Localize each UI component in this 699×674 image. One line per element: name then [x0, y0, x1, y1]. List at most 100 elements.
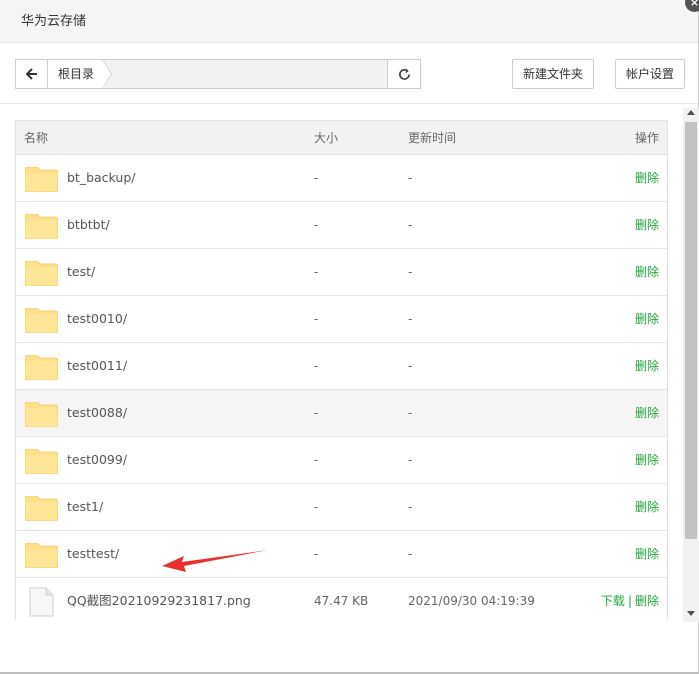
file-name[interactable]: bt_backup/: [67, 155, 135, 201]
folder-icon: [25, 402, 58, 427]
new-folder-button[interactable]: 新建文件夹: [512, 59, 594, 89]
folder-icon: [25, 355, 58, 380]
file-actions: 删除: [635, 343, 659, 389]
file-name[interactable]: test0099/: [67, 437, 127, 483]
table-row[interactable]: test0011/ - - 删除: [16, 343, 667, 390]
file-actions: 删除: [635, 437, 659, 483]
folder-icon: [25, 308, 58, 333]
back-arrow-icon: [25, 68, 37, 80]
ops-separator: |: [627, 594, 632, 608]
refresh-icon: [398, 68, 410, 80]
file-time: -: [408, 312, 413, 326]
delete-link[interactable]: 删除: [635, 547, 659, 561]
file-name[interactable]: btbtbt/: [67, 202, 110, 248]
file-name[interactable]: test0088/: [67, 390, 127, 436]
folder-icon: [25, 214, 58, 239]
file-name[interactable]: QQ截图20210929231817.png: [67, 578, 251, 620]
delete-link[interactable]: 删除: [635, 500, 659, 514]
download-link[interactable]: 下载: [601, 594, 625, 608]
scroll-thumb[interactable]: [685, 122, 697, 539]
annotation-arrow-icon: [162, 550, 268, 572]
cloud-storage-dialog: 华为云存储 × 根目录 新建文件夹 帐户设置 名称 大小 更新时间 操作 bt_…: [0, 0, 699, 674]
breadcrumb-label: 根目录: [58, 67, 95, 81]
file-size: -: [314, 218, 319, 232]
folder-icon: [25, 449, 58, 474]
table-row[interactable]: test/ - - 删除: [16, 249, 667, 296]
window-title: 华为云存储: [21, 14, 87, 29]
table-row[interactable]: bt_backup/ - - 删除: [16, 155, 667, 202]
scroll-down-icon[interactable]: [687, 611, 695, 616]
file-actions: 删除: [635, 484, 659, 530]
file-time: -: [408, 171, 413, 185]
file-actions: 删除: [635, 390, 659, 436]
table-row[interactable]: testtest/ - - 删除: [16, 531, 667, 578]
title-bar: 华为云存储: [0, 0, 698, 43]
account-settings-button[interactable]: 帐户设置: [615, 59, 685, 89]
folder-icon: [25, 496, 58, 521]
path-bar: 根目录: [15, 59, 421, 89]
file-actions: 删除: [635, 155, 659, 201]
file-size: -: [314, 500, 319, 514]
file-name[interactable]: test0011/: [67, 343, 127, 389]
delete-link[interactable]: 删除: [635, 359, 659, 373]
file-time: -: [408, 453, 413, 467]
folder-icon: [25, 543, 58, 568]
file-time: -: [408, 547, 413, 561]
refresh-button[interactable]: [387, 59, 421, 89]
delete-link[interactable]: 删除: [635, 218, 659, 232]
file-actions: 下载 | 删除: [601, 578, 659, 620]
delete-link[interactable]: 删除: [635, 171, 659, 185]
file-name[interactable]: testtest/: [67, 531, 119, 577]
table-header: 名称 大小 更新时间 操作: [16, 121, 667, 155]
table-row[interactable]: test0088/ - - 删除: [16, 390, 667, 437]
file-size: -: [314, 453, 319, 467]
divider: [0, 103, 698, 104]
breadcrumb-separator-inner: [102, 60, 111, 88]
file-name[interactable]: test0010/: [67, 296, 127, 342]
delete-link[interactable]: 删除: [635, 312, 659, 326]
table-row[interactable]: QQ截图20210929231817.png 47.47 KB 2021/09/30…: [16, 578, 667, 620]
scroll-up-icon[interactable]: [687, 110, 695, 115]
file-time: -: [408, 265, 413, 279]
file-actions: 删除: [635, 202, 659, 248]
file-time: -: [408, 218, 413, 232]
table-row[interactable]: test0099/ - - 删除: [16, 437, 667, 484]
file-time: 2021/09/30 04:19:39: [408, 594, 535, 608]
delete-link[interactable]: 删除: [635, 453, 659, 467]
file-table: 名称 大小 更新时间 操作 bt_backup/- - 删除 btbtbt/- - 删除 t…: [15, 120, 668, 620]
file-size: -: [314, 359, 319, 373]
vertical-scrollbar[interactable]: [683, 108, 699, 622]
folder-icon: [25, 261, 58, 286]
file-icon: [29, 587, 54, 617]
table-row[interactable]: test1/ - - 删除: [16, 484, 667, 531]
file-actions: 删除: [635, 249, 659, 295]
file-time: -: [408, 406, 413, 420]
header-size[interactable]: 大小: [314, 121, 338, 155]
breadcrumb-root[interactable]: 根目录: [48, 60, 105, 88]
file-size: 47.47 KB: [314, 594, 369, 608]
file-time: -: [408, 359, 413, 373]
file-name[interactable]: test1/: [67, 484, 103, 530]
file-actions: 删除: [635, 296, 659, 342]
table-row[interactable]: test0010/ - - 删除: [16, 296, 667, 343]
close-icon: ×: [689, 0, 699, 9]
toolbar: 根目录 新建文件夹 帐户设置: [15, 59, 685, 89]
header-ops: 操作: [634, 131, 659, 145]
file-size: -: [314, 406, 319, 420]
back-button[interactable]: [16, 60, 48, 88]
table-body: bt_backup/- - 删除 btbtbt/- - 删除 test/- - 删除 test00…: [16, 155, 667, 620]
folder-icon: [25, 167, 58, 192]
file-size: -: [314, 312, 319, 326]
file-size: -: [314, 265, 319, 279]
file-actions: 删除: [635, 531, 659, 577]
delete-link[interactable]: 删除: [635, 265, 659, 279]
delete-link[interactable]: 删除: [635, 594, 659, 608]
delete-link[interactable]: 删除: [635, 406, 659, 420]
file-name[interactable]: test/: [67, 249, 95, 295]
file-time: -: [408, 500, 413, 514]
header-name[interactable]: 名称: [24, 121, 48, 155]
file-size: -: [314, 171, 319, 185]
file-size: -: [314, 547, 319, 561]
header-time[interactable]: 更新时间: [408, 121, 456, 155]
table-row[interactable]: btbtbt/ - - 删除: [16, 202, 667, 249]
